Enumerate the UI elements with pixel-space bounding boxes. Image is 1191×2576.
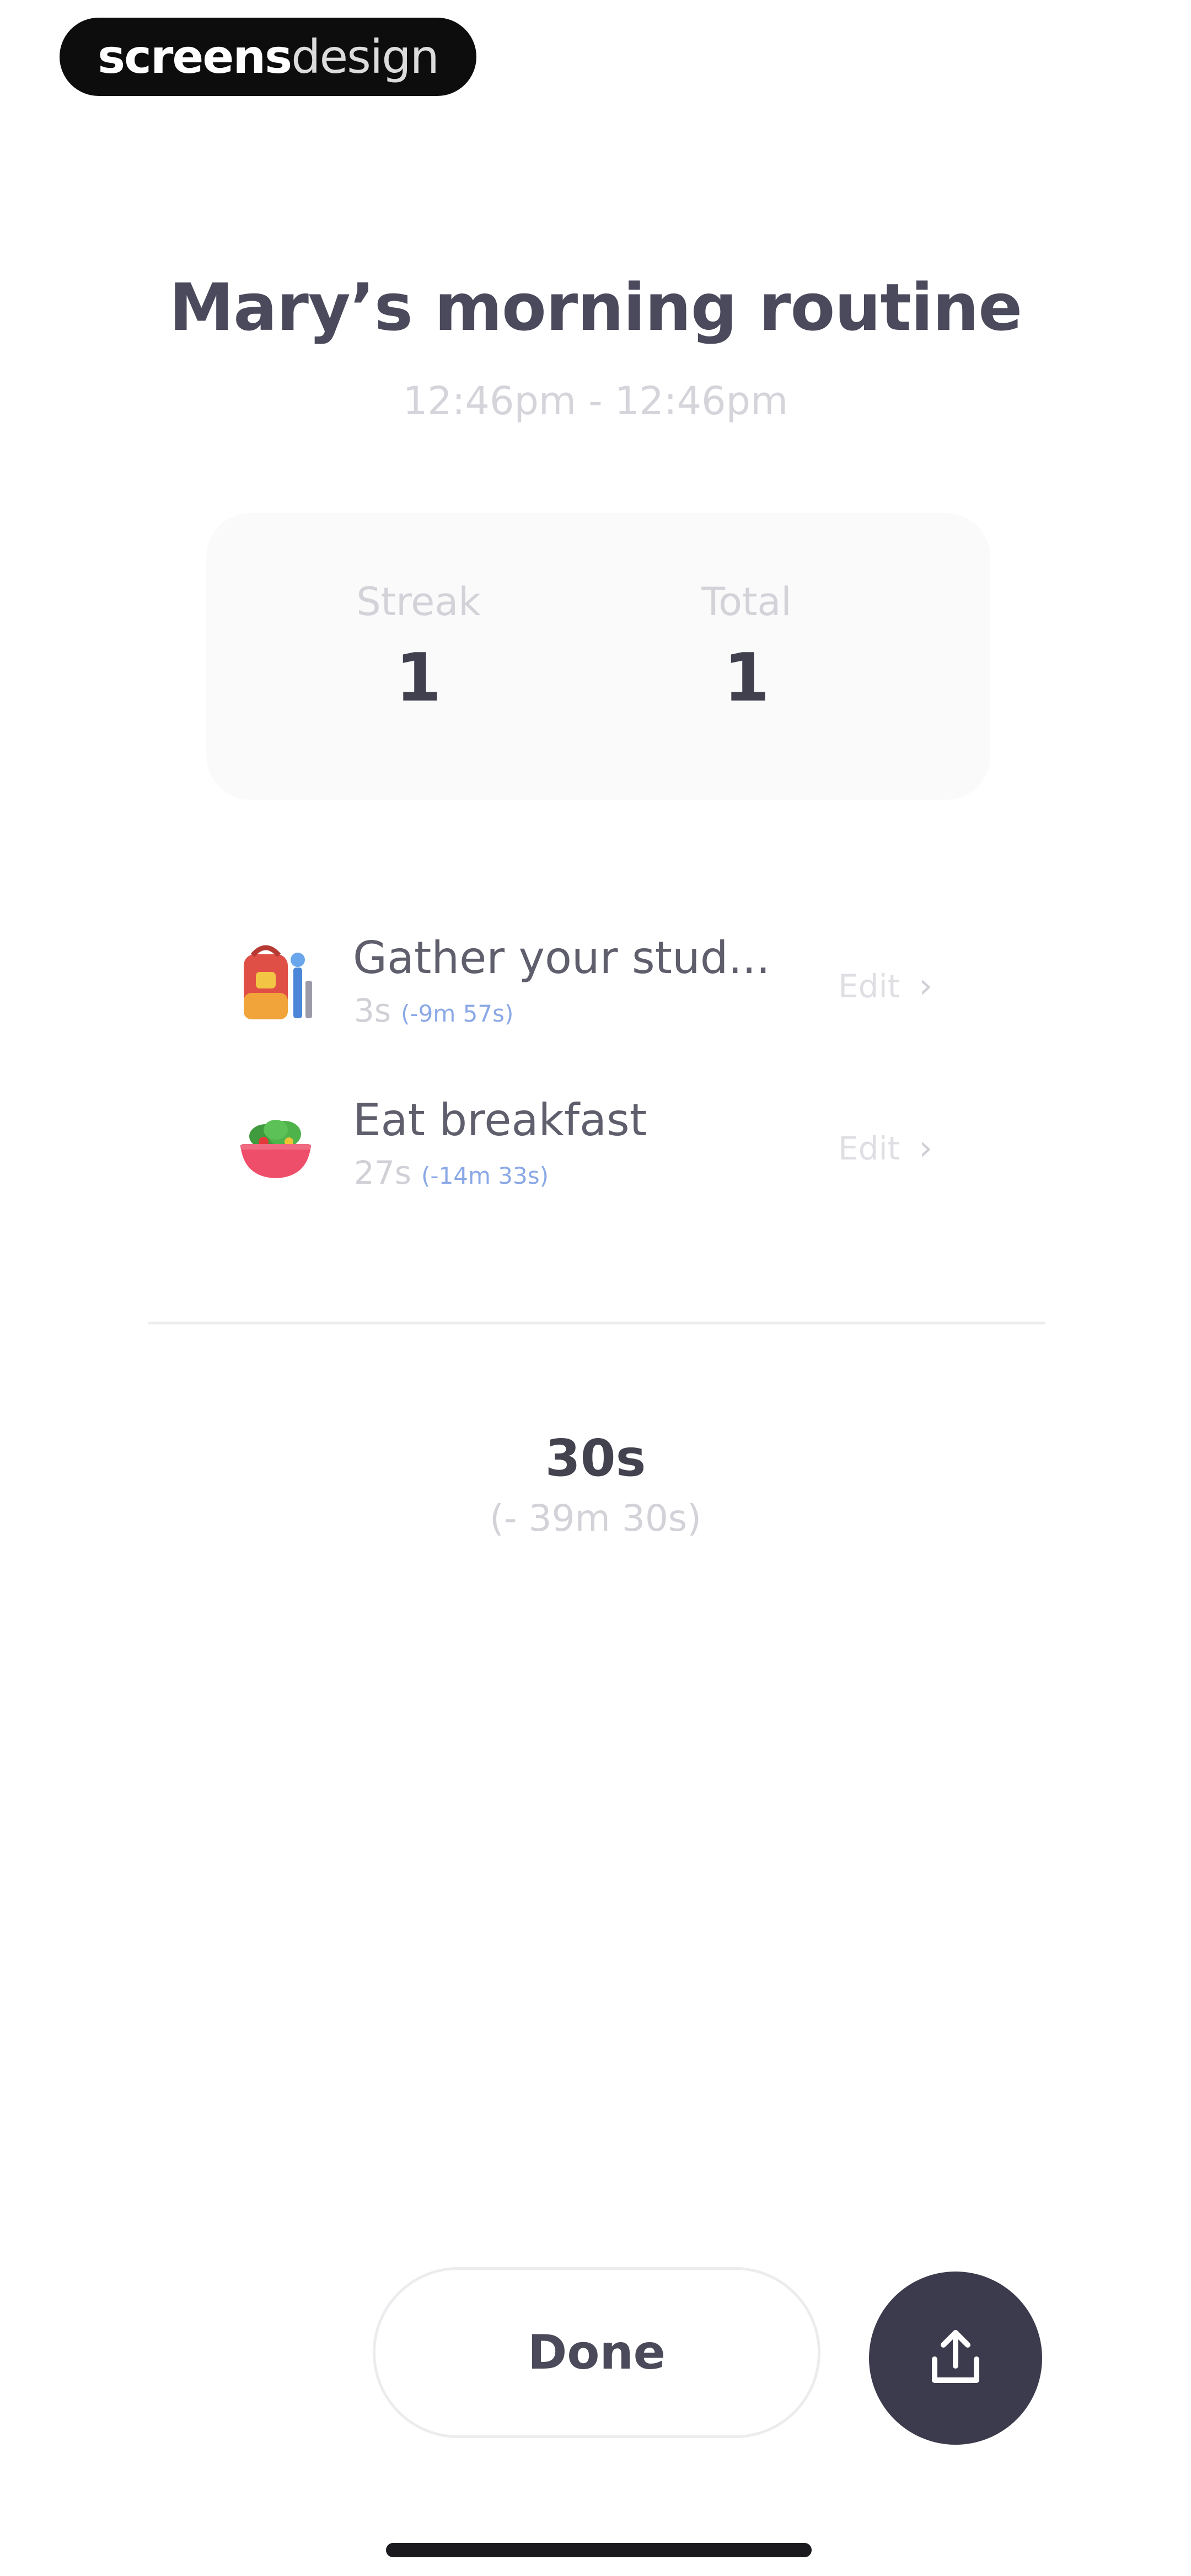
stats-card: Streak 1 Total 1: [206, 513, 990, 800]
share-button[interactable]: [869, 2272, 1042, 2445]
watermark-text: screensdesign: [98, 30, 439, 84]
done-button[interactable]: Done: [373, 2267, 820, 2438]
time-range: 12:46pm - 12:46pm: [403, 378, 788, 424]
total-time: 30s: [545, 1429, 646, 1488]
task-delta: (-14m 33s): [421, 1162, 549, 1189]
task-edit-label: Edit: [838, 1130, 900, 1167]
task-edit-button[interactable]: Edit ›: [838, 1127, 932, 1168]
task-duration: 27s: [354, 1154, 412, 1191]
task-edit-label: Edit: [838, 968, 900, 1005]
task-name: Eat breakfast: [353, 1094, 647, 1146]
streak-value: 1: [395, 640, 442, 717]
task-duration: 3s: [354, 992, 391, 1029]
home-indicator: [386, 2543, 812, 2557]
backpack-icon: [244, 945, 312, 1019]
screensdesign-watermark: screensdesign: [60, 18, 476, 96]
chevron-right-icon: ›: [919, 1127, 933, 1168]
task-row[interactable]: Eat breakfast 27s (-14m 33s) Edit ›: [232, 1083, 965, 1210]
task-meta: 3s (-9m 57s): [354, 992, 513, 1029]
watermark-light: design: [291, 30, 439, 84]
share-icon: [932, 2330, 979, 2383]
watermark-bold: screens: [98, 30, 292, 84]
task-edit-button[interactable]: Edit ›: [838, 965, 932, 1006]
total-delta: (- 39m 30s): [490, 1497, 701, 1540]
streak-label: Streak: [356, 579, 481, 624]
streak-stat: Streak 1: [308, 579, 529, 717]
divider: [148, 1322, 1045, 1324]
total-label: Total: [701, 579, 792, 624]
total-value: 1: [723, 640, 770, 717]
chevron-right-icon: ›: [919, 965, 933, 1006]
page-title: Mary’s morning routine: [169, 269, 1023, 345]
task-name: Gather your stud...: [353, 932, 770, 984]
salad-bowl-icon: [240, 1120, 311, 1178]
task-row[interactable]: Gather your stud... 3s (-9m 57s) Edit ›: [232, 921, 965, 1048]
task-meta: 27s (-14m 33s): [354, 1154, 549, 1191]
total-stat: Total 1: [636, 579, 857, 717]
task-delta: (-9m 57s): [401, 1000, 514, 1027]
